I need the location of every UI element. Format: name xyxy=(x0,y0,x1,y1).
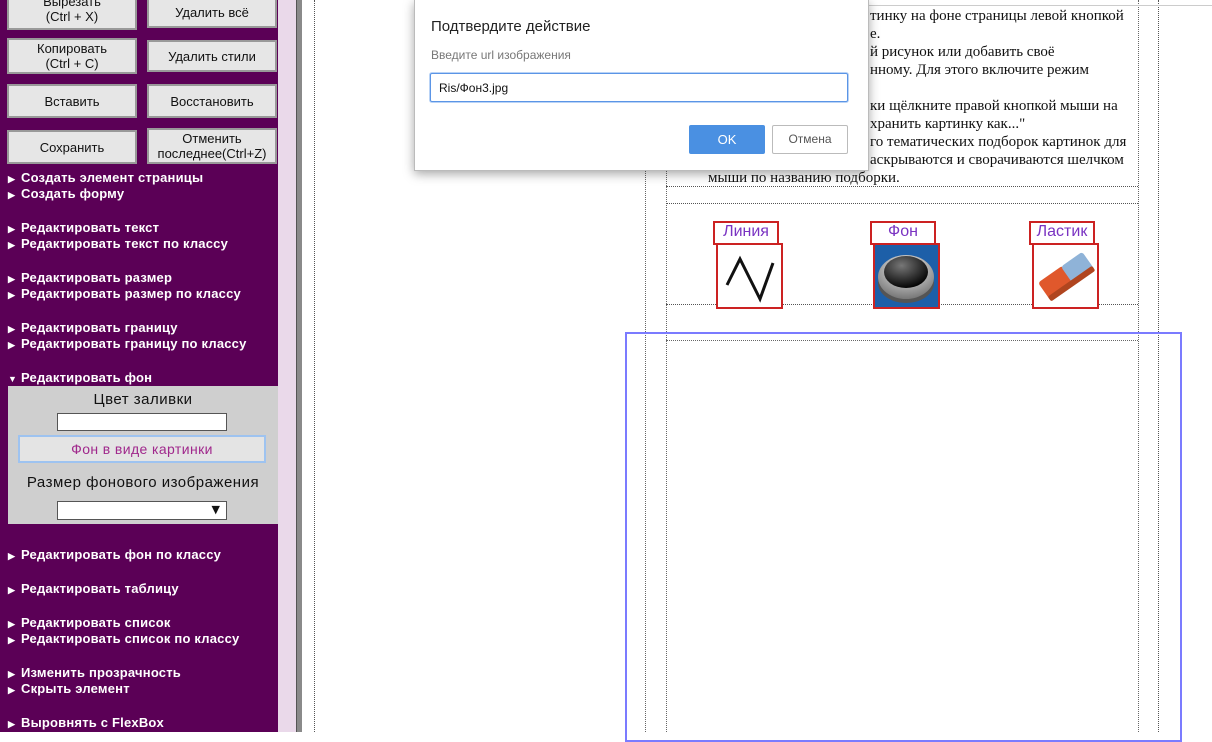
delete-all-button[interactable]: Удалить всё xyxy=(147,0,277,28)
delete-styles-button[interactable]: Удалить стили xyxy=(147,40,277,72)
menu-label: Редактировать фон по классу xyxy=(21,547,222,562)
menu-label: Создать форму xyxy=(21,186,125,201)
instructions-line: ки щёлкните правой кнопкой мыши на xyxy=(870,98,1118,114)
cut-button[interactable]: Вырезать (Ctrl + X) xyxy=(7,0,137,30)
menu-change-opacity[interactable]: ▶ Изменить прозрачность xyxy=(8,665,181,682)
menu-edit-size-class[interactable]: ▶ Редактировать размер по классу xyxy=(8,286,241,303)
paste-button[interactable]: Вставить xyxy=(7,84,137,118)
menu-label: Редактировать фон xyxy=(21,370,153,385)
menu-label: Редактировать таблицу xyxy=(21,581,179,596)
image-background-button[interactable]: Фон в виде картинки xyxy=(18,435,266,463)
image-size-select[interactable]: ▼ xyxy=(57,501,227,520)
dropdown-arrow-icon: ▼ xyxy=(211,503,220,516)
triangle-right-icon: ▶ xyxy=(8,240,16,250)
confirm-dialog: Подтвердите действие Введите url изображ… xyxy=(414,0,869,171)
fill-color-label: Цвет заливки xyxy=(93,391,193,408)
menu-label: Редактировать границу по классу xyxy=(21,336,247,351)
eraser-icon[interactable] xyxy=(1032,243,1099,309)
triangle-right-icon: ▶ xyxy=(8,685,16,695)
triangle-right-icon: ▶ xyxy=(8,290,16,300)
menu-hide-element[interactable]: ▶ Скрыть элемент xyxy=(8,681,130,698)
selected-block xyxy=(666,340,1138,741)
menu-edit-table[interactable]: ▶ Редактировать таблицу xyxy=(8,581,179,598)
menu-create-element[interactable]: ▶ Создать элемент страницы xyxy=(8,170,203,187)
triangle-right-icon: ▶ xyxy=(8,585,16,595)
instructions-line: го тематических подборок картинок для xyxy=(870,134,1127,150)
dialog-title: Подтвердите действие xyxy=(431,18,591,35)
sidebar-gutter xyxy=(278,0,296,732)
restore-button[interactable]: Восстановить xyxy=(147,84,277,118)
menu-edit-text[interactable]: ▶ Редактировать текст xyxy=(8,220,159,237)
triangle-right-icon: ▶ xyxy=(8,551,16,561)
page-border-left xyxy=(314,0,315,732)
undo-button[interactable]: Отменить последнее(Ctrl+Z) xyxy=(147,128,277,164)
splitter-handle[interactable] xyxy=(296,0,302,732)
triangle-right-icon: ▶ xyxy=(8,224,16,234)
image-url-input[interactable] xyxy=(430,73,848,102)
menu-label: Редактировать текст по классу xyxy=(21,236,229,251)
menu-label: Редактировать размер по классу xyxy=(21,286,241,301)
instructions-line: хранить картинку как..." xyxy=(870,116,1026,132)
copy-button[interactable]: Копировать (Ctrl + C) xyxy=(7,38,137,74)
ok-button[interactable]: OK xyxy=(689,125,765,154)
triangle-right-icon: ▶ xyxy=(8,340,16,350)
menu-label: Редактировать список xyxy=(21,615,171,630)
instructions-line: тинку на фоне страницы левой кнопкой xyxy=(870,8,1124,24)
menu-edit-border-class[interactable]: ▶ Редактировать границу по классу xyxy=(8,336,247,353)
cancel-button[interactable]: Отмена xyxy=(772,125,848,154)
instructions-line: е. xyxy=(870,26,881,42)
menu-label: Редактировать границу xyxy=(21,320,178,335)
instructions-line: мыши по названию подборки. xyxy=(708,170,900,186)
menu-edit-bg-class[interactable]: ▶ Редактировать фон по классу xyxy=(8,547,221,564)
menu-edit-text-class[interactable]: ▶ Редактировать текст по классу xyxy=(8,236,228,253)
instructions-line: аскрываются и сворачиваются шелчком xyxy=(870,152,1124,168)
menu-label: Изменить прозрачность xyxy=(21,665,181,680)
menu-create-form[interactable]: ▶ Создать форму xyxy=(8,186,124,203)
menu-edit-border[interactable]: ▶ Редактировать границу xyxy=(8,320,178,337)
background-panel: Цвет заливки Фон в виде картинки Размер … xyxy=(8,386,278,524)
menu-edit-list[interactable]: ▶ Редактировать список xyxy=(8,615,171,632)
image-size-label: Размер фонового изображения xyxy=(26,474,260,491)
menu-label: Создать элемент страницы xyxy=(21,170,204,185)
menu-label: Редактировать текст xyxy=(21,220,160,235)
triangle-down-icon: ▼ xyxy=(8,374,18,384)
triangle-right-icon: ▶ xyxy=(8,274,16,284)
triangle-right-icon: ▶ xyxy=(8,719,16,729)
menu-edit-size[interactable]: ▶ Редактировать размер xyxy=(8,270,172,287)
triangle-right-icon: ▶ xyxy=(8,190,16,200)
menu-label: Выровнять с FlexBox xyxy=(21,715,164,730)
save-button[interactable]: Сохранить xyxy=(7,130,137,164)
fill-color-input[interactable] xyxy=(57,413,227,431)
triangle-right-icon: ▶ xyxy=(8,174,16,184)
menu-flexbox[interactable]: ▶ Выровнять с FlexBox xyxy=(8,715,164,732)
dialog-prompt: Введите url изображения xyxy=(431,48,571,62)
tool-background-label[interactable]: Фон xyxy=(870,221,936,245)
menu-edit-bg[interactable]: ▼ Редактировать фон xyxy=(8,370,152,387)
line-icon[interactable] xyxy=(716,243,783,309)
instructions-line: нному. Для этого включите режим xyxy=(870,62,1090,78)
triangle-right-icon: ▶ xyxy=(8,619,16,629)
triangle-right-icon: ▶ xyxy=(8,324,16,334)
menu-label: Редактировать размер xyxy=(21,270,173,285)
menu-label: Скрыть элемент xyxy=(21,681,130,696)
triangle-right-icon: ▶ xyxy=(8,635,16,645)
menu-label: Редактировать список по классу xyxy=(21,631,240,646)
tool-line-label[interactable]: Линия xyxy=(713,221,779,245)
menu-edit-list-class[interactable]: ▶ Редактировать список по классу xyxy=(8,631,239,648)
background-icon[interactable] xyxy=(873,243,940,309)
triangle-right-icon: ▶ xyxy=(8,669,16,679)
instructions-line: й рисунок или добавить своё xyxy=(870,44,1055,60)
sidebar: Вырезать (Ctrl + X) Удалить всё Копирова… xyxy=(0,0,278,732)
tool-eraser-label[interactable]: Ластик xyxy=(1029,221,1095,245)
